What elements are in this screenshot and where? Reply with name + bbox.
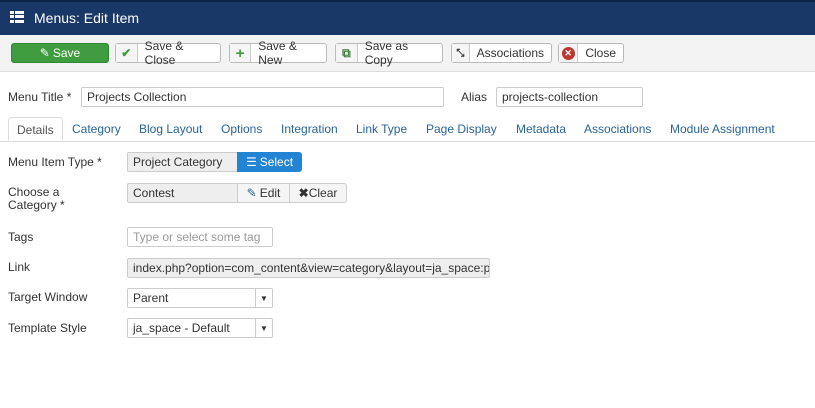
template-style-label: Template Style <box>8 321 87 335</box>
menu-title-input[interactable]: Projects Collection <box>81 87 444 107</box>
chevron-down-icon: ▼ <box>255 319 272 337</box>
alias-label: Alias <box>461 90 488 104</box>
tags-label: Tags <box>8 230 34 244</box>
tab-bar: Details Category Blog Layout Options Int… <box>0 117 815 142</box>
list-icon: ☰ <box>245 155 257 169</box>
close-button[interactable]: ✕ Close <box>558 43 624 63</box>
menu-list-icon <box>10 11 24 23</box>
menu-item-type-label: Menu Item Type * <box>8 155 102 169</box>
tab-blog-layout[interactable]: Blog Layout <box>139 122 202 136</box>
choose-category-label: Choose a Category * <box>8 185 65 212</box>
toolbar: ✎ Save ✔ Save & Close + Save & New ⧉ Save as… <box>0 35 815 72</box>
associations-button[interactable]: ⤡ Associations <box>451 43 552 63</box>
header-bar: Menus: Edit Item <box>0 0 815 35</box>
select-type-button[interactable]: ☰ Select <box>237 152 302 172</box>
tab-link-type[interactable]: Link Type <box>356 122 407 136</box>
edit-icon: ✎ <box>39 46 50 60</box>
tags-input[interactable]: Type or select some tag <box>127 227 273 247</box>
tab-details[interactable]: Details <box>8 117 63 141</box>
save-copy-button[interactable]: ⧉ Save as Copy <box>335 39 443 67</box>
contract-icon: ⤡ <box>452 44 470 62</box>
category-field: Contest <box>127 183 238 203</box>
save-button[interactable]: ✎ Save <box>11 43 109 63</box>
alias-input[interactable]: projects-collection <box>496 87 643 107</box>
menu-item-type-field: Project Category <box>127 152 238 172</box>
clear-category-button[interactable]: ✖ Clear <box>289 183 347 203</box>
tab-options[interactable]: Options <box>221 122 262 136</box>
tab-integration[interactable]: Integration <box>281 122 338 136</box>
target-window-select[interactable]: Parent ▼ <box>127 288 273 308</box>
x-icon: ✖ <box>298 186 309 200</box>
template-style-select[interactable]: ja_space - Default ▼ <box>127 318 273 338</box>
tab-associations[interactable]: Associations <box>584 122 651 136</box>
copy-icon: ⧉ <box>336 44 358 62</box>
menu-title-label: Menu Title * <box>8 90 72 104</box>
plus-icon: + <box>230 44 252 62</box>
target-window-label: Target Window <box>8 290 88 304</box>
page-title: Menus: Edit Item <box>34 10 140 26</box>
tab-metadata[interactable]: Metadata <box>516 122 566 136</box>
check-icon: ✔ <box>116 44 138 62</box>
link-label: Link <box>8 260 31 274</box>
edit-category-button[interactable]: ✎ Edit <box>237 183 290 203</box>
tab-module-assignment[interactable]: Module Assignment <box>670 122 775 136</box>
link-field: index.php?option=com_content&view=catego… <box>127 258 490 278</box>
edit-icon: ✎ <box>246 186 257 200</box>
chevron-down-icon: ▼ <box>255 289 272 307</box>
tab-category[interactable]: Category <box>72 122 121 136</box>
save-new-button[interactable]: + Save & New <box>229 39 327 67</box>
tab-page-display[interactable]: Page Display <box>426 122 497 136</box>
close-icon: ✕ <box>559 44 579 62</box>
save-close-button[interactable]: ✔ Save & Close <box>115 39 221 67</box>
